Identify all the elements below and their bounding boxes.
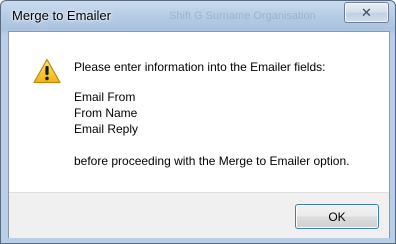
message-text: Please enter information into the Emaile… [74,59,350,169]
message-intro: Please enter information into the Emaile… [74,60,326,74]
message-outro: before proceeding with the Merge to Emai… [74,154,350,168]
background-window-text: Shift G Surname Organisation [169,10,316,22]
close-button[interactable]: ✕ [344,2,389,23]
field-from-name: From Name [74,106,138,120]
button-bar: OK [9,192,389,238]
field-email-reply: Email Reply [74,122,139,136]
dialog-window: Shift G Surname Organisation Merge to Em… [0,0,396,244]
close-icon: ✕ [361,5,372,20]
warning-icon [33,58,61,84]
dialog-body: Please enter information into the Emaile… [8,31,390,238]
message-area: Please enter information into the Emaile… [9,32,389,192]
window-title: Merge to Emailer [12,8,111,23]
ok-button[interactable]: OK [295,204,379,229]
title-bar[interactable]: Shift G Surname Organisation Merge to Em… [1,1,395,31]
field-email-from: Email From [74,90,136,104]
